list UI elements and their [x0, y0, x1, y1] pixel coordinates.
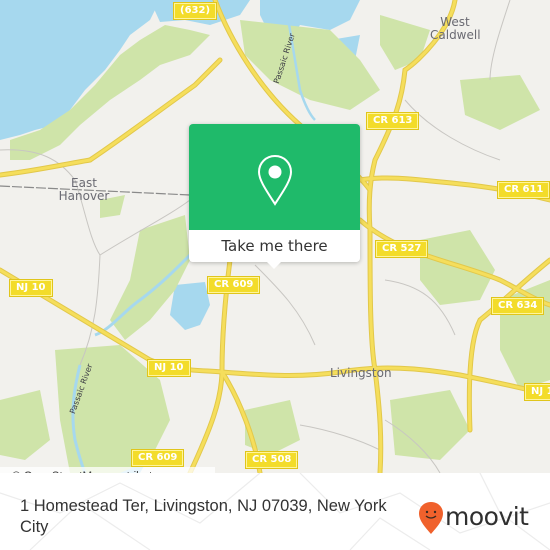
- road-shield-cr-609-north: CR 609: [208, 277, 260, 293]
- park-west: [0, 390, 50, 460]
- minor-road-8: [254, 264, 316, 346]
- moovit-wordmark: moovit: [445, 502, 529, 531]
- park-northeast: [380, 15, 430, 70]
- park-south-east: [390, 390, 470, 460]
- road-shield-632: (632): [174, 3, 217, 19]
- place-label-line: Hanover: [58, 189, 110, 203]
- destination-address: 1 Homestead Ter, Livingston, NJ 07039, N…: [20, 497, 387, 536]
- take-me-there-button[interactable]: Take me there: [189, 230, 360, 262]
- road-shield-cr-527: CR 527: [376, 241, 428, 257]
- minor-road-6: [299, 424, 381, 451]
- popup-pointer: [266, 261, 282, 269]
- place-label-west-caldwell: West Caldwell: [430, 16, 481, 42]
- road-shield-cr-508: CR 508: [246, 452, 298, 468]
- park-north-center: [240, 20, 380, 110]
- road-shield-nj-10-center: NJ 10: [148, 360, 190, 376]
- road-shield-cr-609-south: CR 609: [132, 450, 184, 466]
- minor-road-9: [489, 0, 511, 81]
- road-shield-cr-613: CR 613: [367, 113, 419, 129]
- moovit-pin-icon: [419, 502, 443, 534]
- map-view[interactable]: West Caldwell East Hanover Livingston (6…: [0, 0, 550, 473]
- place-label-line: Caldwell: [430, 28, 481, 42]
- park-east-caldwell: [460, 75, 540, 130]
- location-pin-icon: [257, 154, 293, 206]
- place-label-east-hanover: East Hanover: [56, 177, 112, 203]
- road-shield-cr-611: CR 611: [498, 182, 550, 198]
- place-label-livingston: Livingston: [330, 367, 410, 380]
- road-shield-cr-634: CR 634: [492, 298, 544, 314]
- moovit-logo: moovit: [418, 502, 538, 538]
- take-me-there-label: Take me there: [221, 237, 328, 255]
- popup-header[interactable]: [189, 124, 360, 230]
- destination-popup[interactable]: Take me there: [189, 124, 360, 269]
- water-lake-center: [170, 282, 210, 330]
- road-shield-nj-10-west: NJ 10: [10, 280, 52, 296]
- place-label-line: Livingston: [330, 366, 392, 380]
- road-shield-nj-10-east: NJ 1: [525, 384, 550, 400]
